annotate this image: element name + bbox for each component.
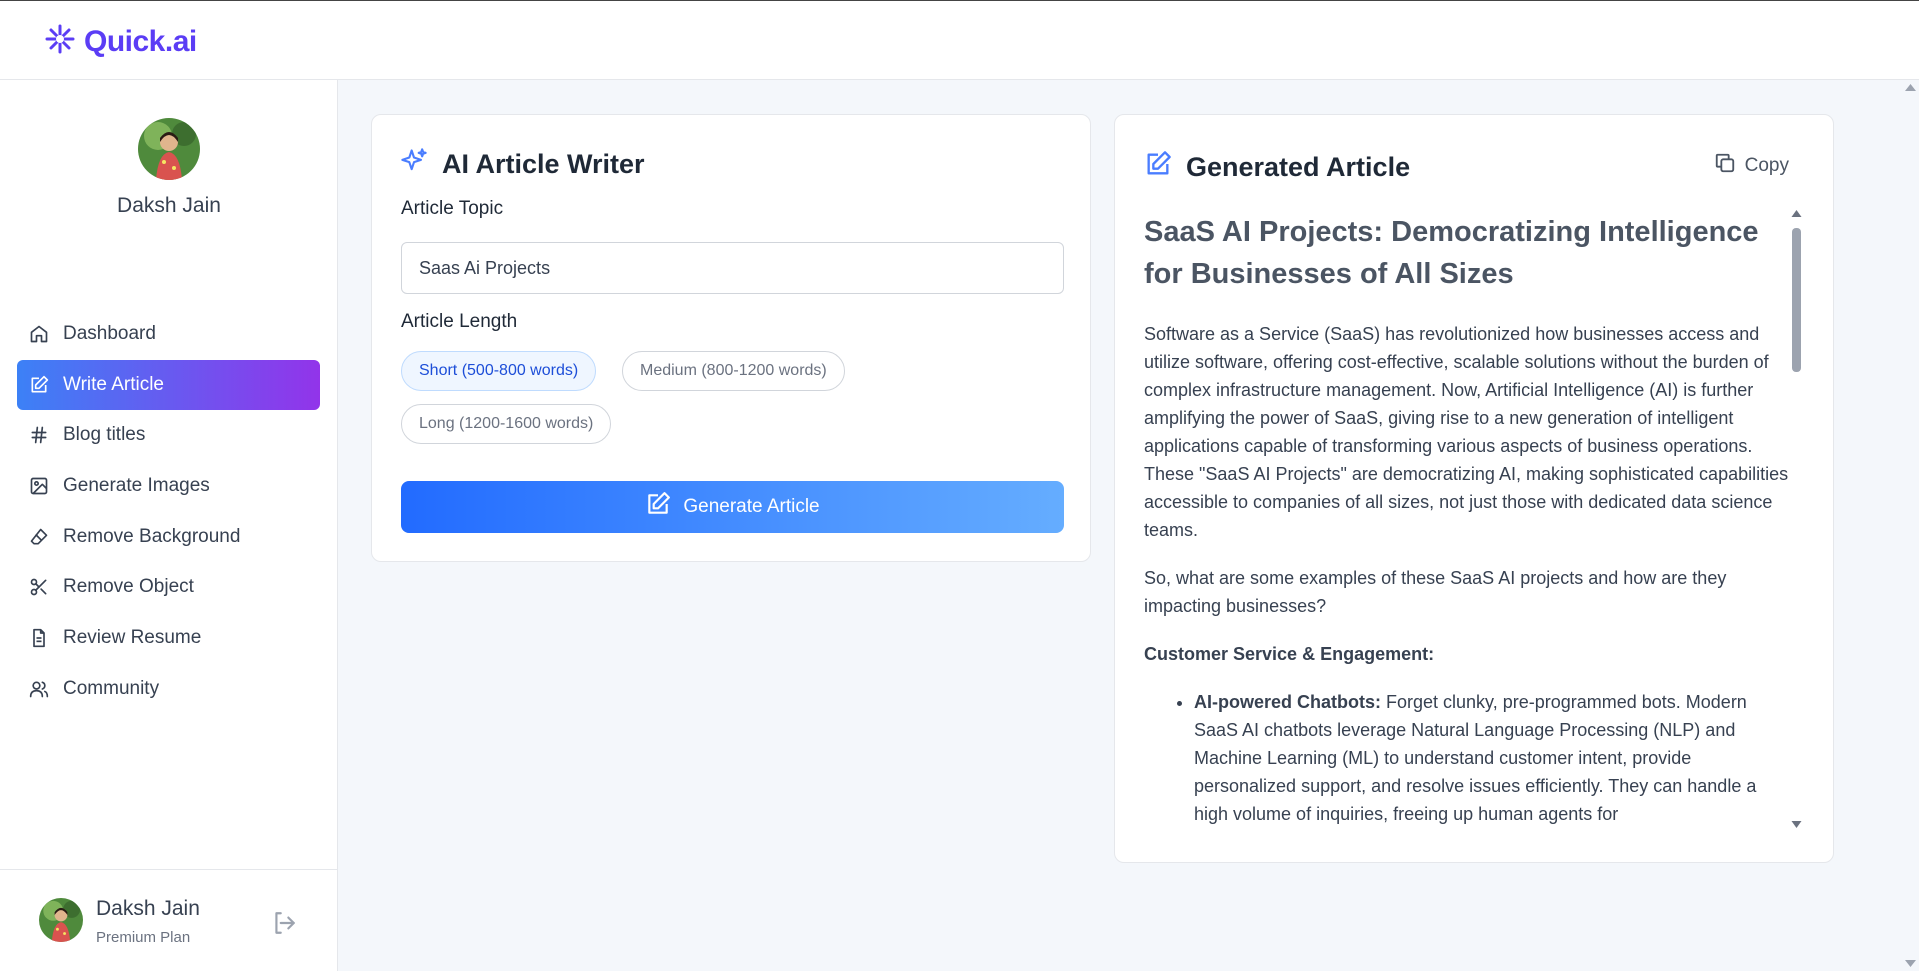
sidebar-item-label: Review Resume xyxy=(63,627,202,649)
length-label: Article Length xyxy=(401,311,518,332)
copy-button[interactable]: Copy xyxy=(1714,152,1789,180)
file-icon xyxy=(28,627,50,649)
length-option-medium[interactable]: Medium (800-1200 words) xyxy=(622,351,845,391)
article-heading: SaaS AI Projects: Democratizing Intellig… xyxy=(1144,216,1759,290)
sidebar-nav: Dashboard Write Article Blog titles Gene… xyxy=(17,309,320,715)
article-paragraph: Software as a Service (SaaS) has revolut… xyxy=(1144,324,1789,540)
output-title: Generated Article xyxy=(1144,150,1410,185)
profile-name: Daksh Jain xyxy=(117,194,221,217)
copy-label: Copy xyxy=(1744,155,1789,176)
image-icon xyxy=(28,475,50,497)
profile-section: Daksh Jain xyxy=(0,118,338,218)
sidebar-item-write-article[interactable]: Write Article xyxy=(17,359,320,410)
sidebar-item-label: Dashboard xyxy=(63,323,156,344)
sidebar-item-remove-object[interactable]: Remove Object xyxy=(17,562,320,612)
length-option-short[interactable]: Short (500-800 words) xyxy=(401,351,597,391)
logout-icon[interactable] xyxy=(271,910,297,936)
sidebar-item-dashboard[interactable]: Dashboard xyxy=(17,309,320,359)
article-list: AI-powered Chatbots: Forget clunky, pre-… xyxy=(1144,688,1789,828)
topic-input[interactable] xyxy=(401,242,1064,294)
home-icon xyxy=(28,323,50,345)
article-scrollbar-thumb[interactable] xyxy=(1792,228,1801,372)
hash-icon xyxy=(28,424,50,446)
article-paragraph: So, what are some examples of these SaaS… xyxy=(1144,568,1727,616)
page-scrollbar[interactable] xyxy=(1902,80,1919,971)
sidebar-item-blog-titles[interactable]: Blog titles xyxy=(17,410,320,460)
generate-article-button[interactable]: Generate Article xyxy=(401,481,1064,533)
avatar xyxy=(138,118,200,180)
generate-article-label: Generate Article xyxy=(683,496,820,517)
footer-user-name: Daksh Jain xyxy=(96,897,200,920)
sidebar-item-community[interactable]: Community xyxy=(17,664,320,714)
length-option-long[interactable]: Long (1200-1600 words) xyxy=(401,404,612,444)
sidebar: Daksh Jain Dashboard Write Article Blog … xyxy=(0,80,338,971)
avatar[interactable] xyxy=(39,898,83,942)
edit-icon xyxy=(645,491,671,523)
app-name: Quick.ai xyxy=(84,24,197,58)
sidebar-item-label: Remove Background xyxy=(63,525,241,547)
generated-article-card: Generated Article Copy SaaS AI Projects:… xyxy=(1114,114,1834,863)
writer-title: AI Article Writer xyxy=(400,147,645,182)
sidebar-item-generate-images[interactable]: Generate Images xyxy=(17,461,320,511)
top-bar: Quick.ai xyxy=(0,0,1919,80)
sidebar-item-label: Generate Images xyxy=(63,475,210,497)
footer-user-plan: Premium Plan xyxy=(96,929,191,946)
eraser-icon xyxy=(28,526,50,548)
sidebar-item-label: Write Article xyxy=(63,373,165,395)
sparkle-logo-icon xyxy=(44,23,76,60)
article-content: SaaS AI Projects: Democratizing Intellig… xyxy=(1144,211,1789,831)
copy-icon xyxy=(1714,152,1736,180)
article-writer-card: AI Article Writer Article Topic Article … xyxy=(371,114,1091,562)
sidebar-item-remove-background[interactable]: Remove Background xyxy=(17,512,320,562)
app-logo[interactable]: Quick.ai xyxy=(44,23,197,60)
list-item: AI-powered Chatbots: Forget clunky, pre-… xyxy=(1194,688,1789,828)
users-icon xyxy=(28,678,50,700)
topic-label: Article Topic xyxy=(401,198,504,219)
scissors-icon xyxy=(28,576,50,598)
sidebar-item-label: Blog titles xyxy=(63,424,146,446)
article-scrollbar[interactable] xyxy=(1789,206,1804,832)
sidebar-item-label: Remove Object xyxy=(63,576,194,598)
article-subheading: Customer Service & Engagement: xyxy=(1144,644,1435,664)
edit-icon xyxy=(28,374,50,396)
list-item-bold: AI-powered Chatbots: xyxy=(1194,692,1381,712)
sidebar-item-review-resume[interactable]: Review Resume xyxy=(17,613,320,663)
sidebar-item-label: Community xyxy=(63,677,160,699)
writer-title-text: AI Article Writer xyxy=(442,149,645,179)
output-title-text: Generated Article xyxy=(1186,152,1411,182)
user-footer: Daksh Jain Premium Plan xyxy=(0,869,338,971)
edit-icon xyxy=(1144,150,1172,185)
sparkles-icon xyxy=(400,147,428,182)
